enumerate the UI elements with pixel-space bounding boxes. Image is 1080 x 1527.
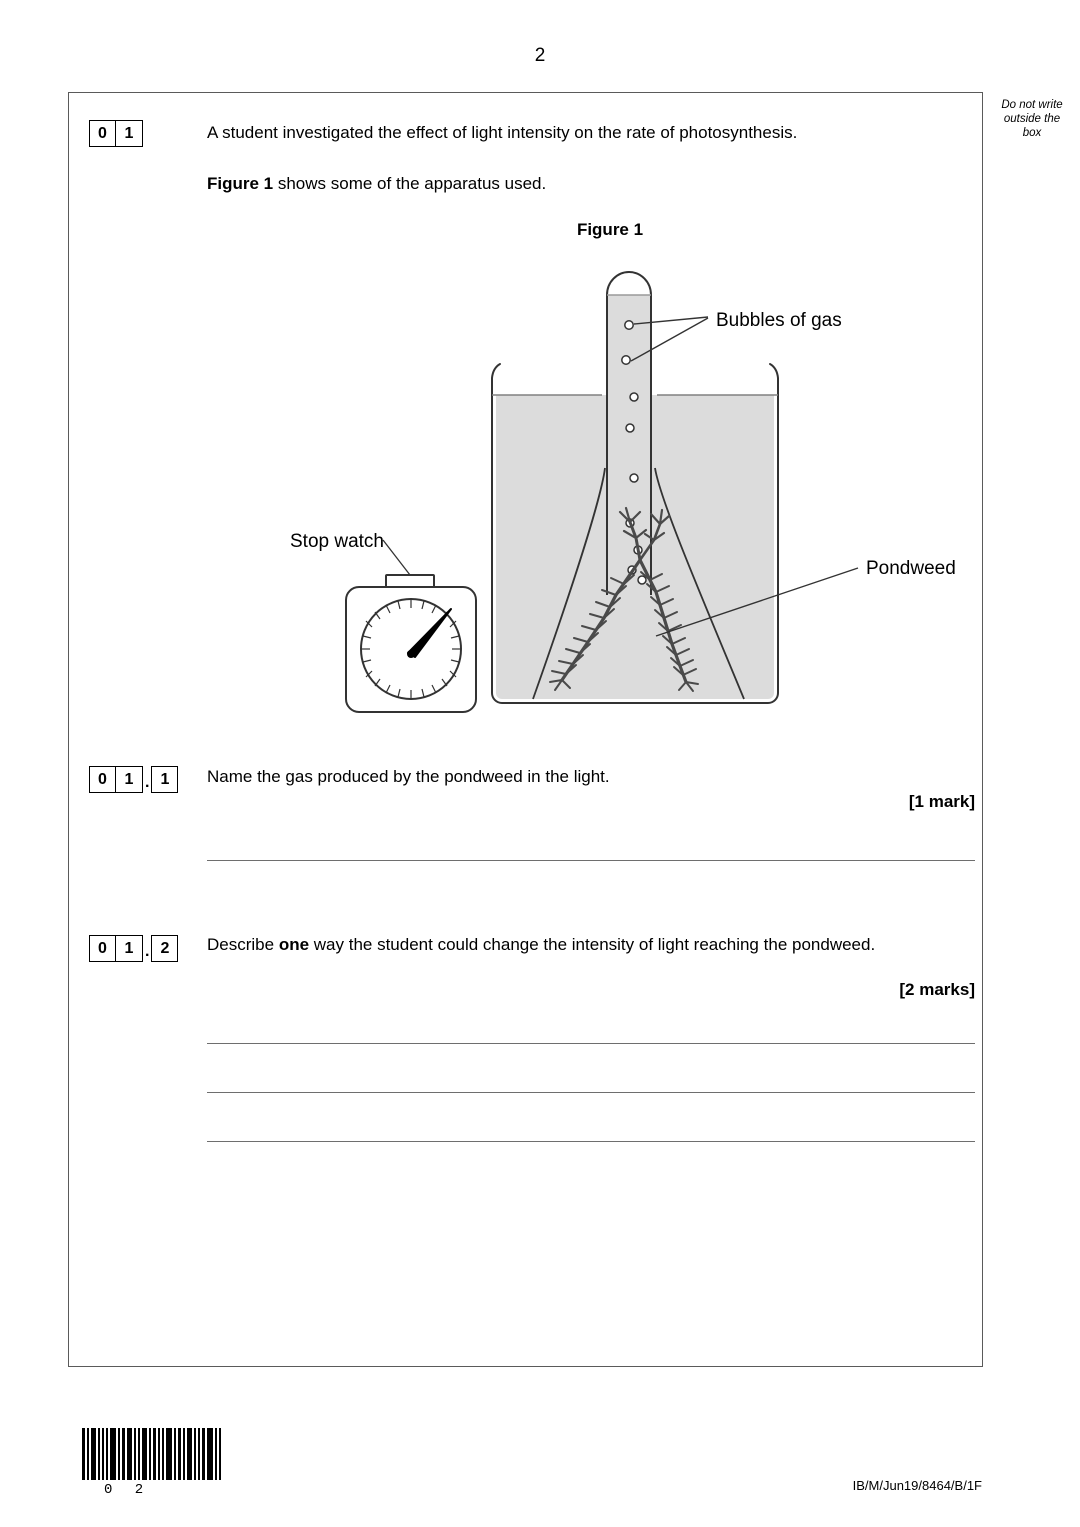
answer-line-01-1[interactable] — [207, 860, 975, 861]
label-stop-watch: Stop watch — [290, 531, 384, 552]
question-01-2-text-part2: way the student could change the intensi… — [309, 935, 759, 954]
question-number-01-1: 0 1 . 1 — [89, 766, 179, 793]
footer-reference-code: IB/M/Jun19/8464/B/1F — [852, 1478, 982, 1493]
question-01-2-text-part1: Describe — [207, 935, 279, 954]
question-01-1-sub-digit: 1 — [151, 766, 179, 793]
question-digit-0: 0 — [89, 120, 116, 147]
bubble — [621, 355, 631, 365]
barcode-label: 0 2 — [104, 1482, 151, 1498]
page-number: 2 — [534, 45, 546, 66]
question-01-2-digit-1: 1 — [116, 935, 143, 962]
bubble — [629, 392, 639, 402]
question-01-2-marks: [2 marks] — [899, 980, 975, 999]
question-01-2-text-bold: one — [278, 935, 310, 954]
figure-1-apparatus-diagram: Bubbles of gas Pondweed Stop watch — [68, 250, 983, 720]
bubble — [625, 423, 635, 433]
figure-1-intro-bold: Figure 1 — [207, 174, 274, 193]
question-01-1-dot: . — [145, 774, 150, 791]
beaker-right-lip — [769, 363, 779, 379]
answer-line-01-2-b[interactable] — [207, 1092, 975, 1093]
answer-line-01-2-c[interactable] — [207, 1141, 975, 1142]
barcode-block: 0 2 — [82, 1428, 223, 1498]
bubble — [629, 473, 639, 483]
question-01-2-digit-0: 0 — [89, 935, 116, 962]
question-01-2-dot: . — [145, 943, 150, 960]
answer-line-01-2-a[interactable] — [207, 1043, 975, 1044]
bubble — [637, 575, 647, 585]
stopwatch-hand-pivot — [407, 650, 415, 658]
question-01-2-text-line2: the pondweed. — [763, 935, 876, 954]
figure-1-title: Figure 1 — [576, 220, 644, 239]
question-01-1-digit-0: 0 — [89, 766, 116, 793]
margin-note-line-1: Do not write — [1001, 99, 1063, 111]
label-bubbles-of-gas: Bubbles of gas — [716, 310, 842, 331]
bubble — [624, 320, 634, 330]
do-not-write-outside-box-note: Do not write outside the box — [986, 98, 1078, 140]
margin-note-line-3: box — [1022, 127, 1042, 139]
test-tube-dome — [606, 271, 652, 296]
question-01-2-sub-digit: 2 — [151, 935, 179, 962]
test-tube-water — [607, 295, 651, 595]
barcode-image — [82, 1428, 223, 1480]
question-number-01: 0 1 — [89, 120, 143, 147]
figure-1-intro: Figure 1 shows some of the apparatus use… — [207, 171, 967, 196]
question-01-1-marks: [1 mark] — [908, 792, 975, 811]
margin-note-line-2: outside the — [1003, 113, 1061, 125]
stopwatch-leader-line — [382, 539, 411, 576]
question-number-01-2: 0 1 . 2 — [89, 935, 179, 962]
question-digit-1: 1 — [116, 120, 143, 147]
question-01-1-text: Name the gas produced by the pondweed in… — [207, 767, 610, 786]
beaker-left-lip — [491, 363, 501, 379]
question-01-1-digit-1: 1 — [116, 766, 143, 793]
stopwatch-button — [385, 574, 435, 588]
figure-1-intro-rest: shows some of the apparatus used. — [273, 174, 547, 193]
question-01-2-text: Describe one way the student could chang… — [207, 932, 967, 957]
question-01-stem: A student investigated the effect of lig… — [207, 123, 798, 142]
label-pondweed: Pondweed — [866, 558, 956, 579]
